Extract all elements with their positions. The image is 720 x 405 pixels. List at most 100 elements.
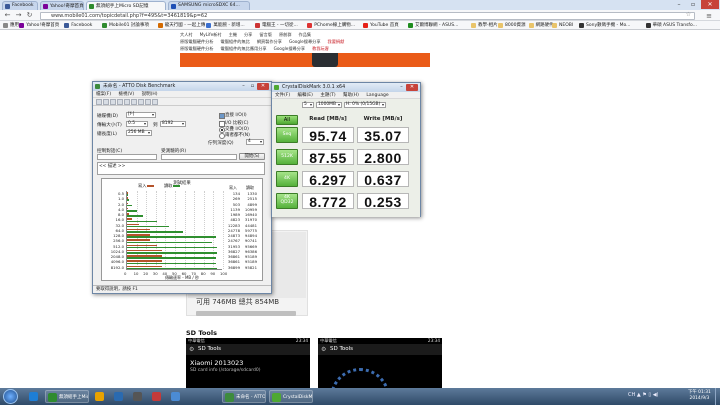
- taskbar-item[interactable]: CrystalDiskMark 3...: [269, 390, 313, 403]
- drive-select[interactable]: H: 0% (0/15GB): [344, 102, 386, 108]
- help-icon[interactable]: [145, 99, 151, 105]
- nav-link[interactable]: 作品集: [299, 32, 312, 37]
- nav-link[interactable]: 留言版: [259, 32, 272, 37]
- nav-link[interactable]: 分享: [244, 32, 252, 37]
- nav-link[interactable]: Google搜尋分享: [289, 39, 321, 44]
- bookmark-item[interactable]: PChome線上購物...: [307, 23, 355, 29]
- nav-link[interactable]: 電腦組件的無比應用分享: [221, 46, 267, 51]
- tester-field[interactable]: [161, 154, 237, 160]
- nav-link[interactable]: 網頁製作分享: [257, 39, 282, 44]
- reload-icon[interactable]: ↻: [25, 11, 34, 20]
- nav-link[interactable]: 主機: [229, 32, 237, 37]
- cdm-titlebar[interactable]: CrystalDiskMark 3.0.1 x64 – ✕: [272, 83, 420, 92]
- test-button-4k-qd32[interactable]: 4K QD32: [276, 193, 298, 209]
- close-button[interactable]: ✕: [257, 83, 269, 90]
- minimize-button[interactable]: –: [239, 83, 248, 90]
- menu-view[interactable]: 檢視(V): [119, 92, 135, 97]
- all-button[interactable]: All: [276, 115, 298, 125]
- menu-help[interactable]: 幫助(H): [343, 93, 359, 98]
- minimize-button[interactable]: –: [672, 0, 686, 9]
- bookmark-item[interactable]: Yahoo!奇摩首頁: [19, 23, 59, 29]
- cut-icon[interactable]: [124, 99, 130, 105]
- forward-arrow-icon[interactable]: →: [14, 11, 23, 20]
- taskbar-item[interactable]: [130, 390, 146, 403]
- menu-edit[interactable]: 編輯(E): [298, 93, 313, 98]
- size-select[interactable]: 1000MB: [316, 102, 342, 108]
- atto-titlebar[interactable]: 未命名 - ATTO Disk Benchmark – ▫ ✕: [93, 82, 271, 91]
- tab-mobile01[interactable]: 無須紹手上Micro SD記憶: [86, 1, 166, 10]
- save-icon[interactable]: [110, 99, 116, 105]
- drive-select[interactable]: [f-]: [126, 112, 156, 118]
- back-arrow-icon[interactable]: ←: [3, 11, 12, 20]
- menu-help[interactable]: 說明(H): [142, 92, 158, 97]
- taskbar-item[interactable]: [26, 390, 42, 403]
- bookmark-item[interactable]: NEOBI: [552, 23, 573, 29]
- transfer-from-select[interactable]: 0.5: [126, 121, 148, 127]
- clock[interactable]: 下午 01:31 2014/9/3: [688, 390, 711, 402]
- nav-link[interactable]: 我要捐獻: [328, 39, 345, 44]
- direct-io-checkbox[interactable]: 直接 I/O(I): [219, 112, 247, 119]
- bookmark-item[interactable]: 教學-相片: [471, 23, 498, 29]
- taskbar-item[interactable]: 未命名 - ATTO Di...: [222, 390, 266, 403]
- queue-depth-select[interactable]: 4: [246, 139, 264, 145]
- nav-link[interactable]: 大人村: [180, 32, 193, 37]
- maximize-button[interactable]: ▫: [686, 0, 700, 9]
- bookmark-item[interactable]: 萬能腕 - 新增...: [206, 23, 245, 29]
- transfer-to-select[interactable]: 8192: [160, 121, 186, 127]
- close-button[interactable]: ✕: [406, 84, 418, 91]
- tab-facebook[interactable]: Facebook: [2, 1, 38, 10]
- bookmark-item[interactable]: 華碩 ASUS Transfo...: [645, 23, 697, 29]
- tab-yahoo[interactable]: Yahoo!奇摩首頁: [40, 1, 84, 10]
- bookmark-item[interactable]: Mobile01 討論事項: [102, 23, 149, 29]
- neither-radio[interactable]: 兩者都不(N): [219, 132, 250, 139]
- nav-link[interactable]: 電腦組件的無比: [221, 39, 250, 44]
- system-tray[interactable]: CH ▲ ⚑ ▯ ◀): [628, 392, 658, 398]
- taskbar-item[interactable]: [111, 390, 127, 403]
- nav-link[interactable]: MyLife新村: [200, 32, 222, 37]
- copy-icon[interactable]: [131, 99, 137, 105]
- bookmark-star-icon[interactable]: ☆: [686, 11, 691, 19]
- menu-file[interactable]: 文件(F): [275, 93, 290, 98]
- show-desktop-button[interactable]: [715, 388, 720, 405]
- bookmark-item[interactable]: 龍天行國 - 一起上傳: [157, 23, 205, 29]
- print-icon[interactable]: [117, 99, 123, 105]
- nav-link[interactable]: Google搜尋分享: [274, 46, 306, 51]
- total-length-select[interactable]: 256 MB: [126, 130, 152, 136]
- about-icon[interactable]: [152, 99, 158, 105]
- menu-file[interactable]: 檔案(F): [96, 92, 111, 97]
- test-button-seq[interactable]: Seq: [276, 127, 298, 143]
- maximize-button[interactable]: ▫: [248, 83, 257, 90]
- taskbar-item[interactable]: [168, 390, 184, 403]
- nav-link[interactable]: 原版電腦硬件分析: [180, 46, 214, 51]
- nav-link[interactable]: 原創群: [279, 32, 292, 37]
- start-button[interactable]: [3, 389, 18, 404]
- start-button[interactable]: 開始(S): [239, 153, 265, 160]
- bookmark-item[interactable]: Sony數碼手機 - Mo...: [579, 23, 630, 29]
- new-icon[interactable]: [96, 99, 102, 105]
- bookmark-item[interactable]: 8000資源: [498, 23, 525, 29]
- bookmark-item[interactable]: Facebook: [64, 23, 92, 29]
- taskbar-item[interactable]: 無須紹手上Micro...: [45, 390, 89, 403]
- control-field[interactable]: [97, 154, 157, 160]
- description-field[interactable]: << 描述 >>: [97, 162, 265, 175]
- paste-icon[interactable]: [138, 99, 144, 105]
- tab-samsung[interactable]: SAMSUNG microSDXC 64...: [168, 1, 250, 10]
- bookmark-item[interactable]: YouTube 首頁: [363, 23, 399, 29]
- menu-theme[interactable]: 主題(T): [320, 93, 335, 98]
- chrome-menu-icon[interactable]: ≡: [703, 12, 715, 20]
- bookmark-item[interactable]: 電腦王 - 一切從...: [255, 23, 298, 29]
- nav-link[interactable]: 原版電腦硬件分析: [180, 39, 214, 44]
- bookmark-item[interactable]: 應用: [3, 23, 19, 29]
- minimize-button[interactable]: –: [397, 84, 406, 91]
- bookmark-item[interactable]: 網路硬件: [528, 23, 554, 29]
- bookmark-item[interactable]: 艾爾博聯網 - ASUS...: [408, 23, 458, 29]
- nav-link[interactable]: 教我玩客: [312, 46, 329, 51]
- taskbar-item[interactable]: [149, 390, 165, 403]
- test-button-512k[interactable]: 512K: [276, 149, 298, 165]
- taskbar-item[interactable]: [92, 390, 108, 403]
- open-icon[interactable]: [103, 99, 109, 105]
- menu-language[interactable]: Language: [366, 93, 388, 98]
- close-window-button[interactable]: ✕: [701, 0, 719, 9]
- passes-select[interactable]: 5: [302, 102, 314, 108]
- url-field[interactable]: www.mobile01.com/topicdetail.php?f=495&t…: [40, 11, 695, 20]
